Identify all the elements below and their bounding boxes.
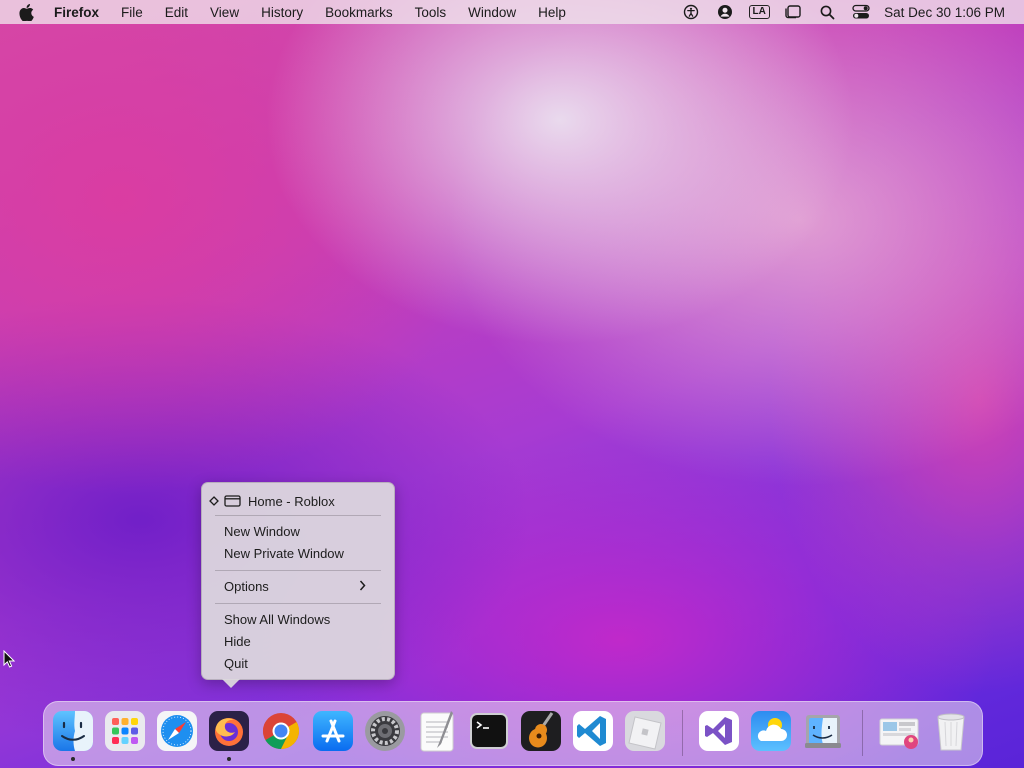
- input-source-label: LA: [748, 5, 770, 19]
- dock-separator: [682, 710, 683, 756]
- dock-separator: [862, 710, 863, 756]
- terminal-icon[interactable]: [467, 709, 511, 753]
- dock-context-menu: Home - Roblox New Window New Private Win…: [201, 482, 395, 688]
- trash-icon[interactable]: [929, 709, 973, 753]
- ctx-options[interactable]: Options: [224, 577, 380, 597]
- app-store-icon[interactable]: [311, 709, 355, 753]
- chevron-right-icon: [359, 577, 366, 597]
- ctx-separator: [215, 515, 381, 516]
- chrome-icon[interactable]: [259, 709, 303, 753]
- menu-tools[interactable]: Tools: [415, 5, 447, 20]
- dock: [43, 701, 983, 766]
- ctx-hide[interactable]: Hide: [224, 632, 251, 652]
- system-settings-icon[interactable]: [363, 709, 407, 753]
- control-center-icon[interactable]: [850, 3, 872, 21]
- ctx-quit[interactable]: Quit: [224, 654, 248, 674]
- ctx-window-item[interactable]: Home - Roblox: [209, 491, 335, 511]
- textedit-icon[interactable]: [415, 709, 459, 753]
- weather-icon[interactable]: [749, 709, 793, 753]
- launchpad-icon[interactable]: [103, 709, 147, 753]
- ctx-show-all-windows[interactable]: Show All Windows: [224, 610, 330, 630]
- running-indicator: [227, 757, 231, 761]
- downloads-stack-icon[interactable]: [877, 709, 921, 753]
- input-source-icon[interactable]: LA: [748, 3, 770, 21]
- ctx-options-label: Options: [224, 579, 269, 594]
- ctx-separator: [215, 570, 381, 571]
- spotlight-search-icon[interactable]: [816, 3, 838, 21]
- ctx-separator: [215, 603, 381, 604]
- menu-history[interactable]: History: [261, 5, 303, 20]
- ctx-window-title: Home - Roblox: [248, 493, 335, 509]
- safari-icon[interactable]: [155, 709, 199, 753]
- firefox-icon[interactable]: [207, 709, 251, 753]
- running-indicator: [71, 757, 75, 761]
- active-window-diamond-icon: [209, 496, 219, 506]
- menu-view[interactable]: View: [210, 5, 239, 20]
- apple-menu-icon[interactable]: [16, 2, 36, 22]
- visual-studio-icon[interactable]: [697, 709, 741, 753]
- window-icon: [224, 495, 241, 507]
- menu-app-firefox[interactable]: Firefox: [54, 5, 99, 20]
- ctx-new-private-window[interactable]: New Private Window: [224, 544, 344, 564]
- menu-edit[interactable]: Edit: [165, 5, 188, 20]
- roblox-icon[interactable]: [623, 709, 667, 753]
- menu-file[interactable]: File: [121, 5, 143, 20]
- menu-bookmarks[interactable]: Bookmarks: [325, 5, 393, 20]
- finder-icon[interactable]: [51, 709, 95, 753]
- menu-help[interactable]: Help: [538, 5, 566, 20]
- menu-window[interactable]: Window: [468, 5, 516, 20]
- accessibility-icon[interactable]: [680, 3, 702, 21]
- ctx-new-window[interactable]: New Window: [224, 522, 300, 542]
- migration-assistant-icon[interactable]: [801, 709, 845, 753]
- menu-bar: Firefox File Edit View History Bookmarks…: [0, 0, 1024, 24]
- menubar-clock[interactable]: Sat Dec 30 1:06 PM: [884, 5, 1005, 20]
- stage-manager-icon[interactable]: [782, 3, 804, 21]
- user-account-icon[interactable]: [714, 3, 736, 21]
- vscode-icon[interactable]: [571, 709, 615, 753]
- garageband-icon[interactable]: [519, 709, 563, 753]
- mouse-cursor-icon: [3, 649, 16, 673]
